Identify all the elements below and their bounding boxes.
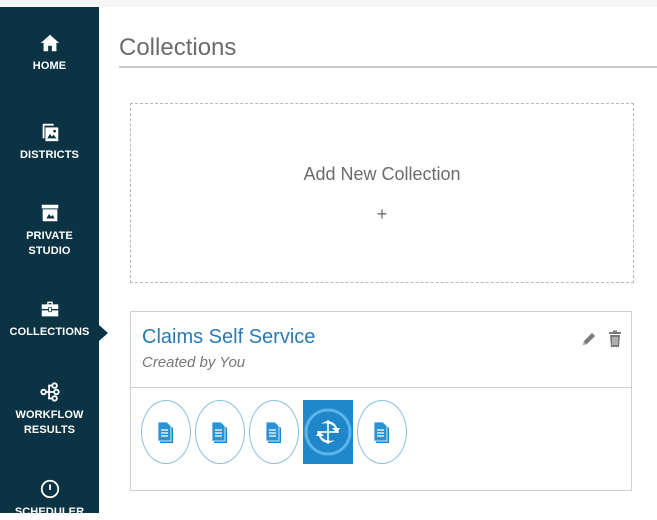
home-icon bbox=[38, 31, 62, 55]
sidebar-item-label: COLLECTIONS bbox=[9, 326, 90, 338]
sidebar-item-label: PRIVATE STUDIO bbox=[26, 230, 73, 257]
sidebar-item-districts[interactable]: DISTRICTS bbox=[0, 120, 99, 163]
page-title: Collections bbox=[119, 34, 237, 61]
sidebar-item-collections[interactable]: COLLECTIONS bbox=[0, 297, 99, 340]
document-icon bbox=[157, 421, 173, 443]
document-icon bbox=[373, 421, 389, 443]
sidebar-item-label: DISTRICTS bbox=[20, 149, 79, 161]
private-studio-icon bbox=[38, 201, 62, 225]
collection-name-link[interactable]: Claims Self Service bbox=[142, 326, 315, 349]
collection-card: Claims Self Service Created by You bbox=[130, 311, 632, 491]
document-thumbnail[interactable] bbox=[249, 400, 299, 464]
sidebar-item-private-studio[interactable]: PRIVATE STUDIO bbox=[0, 201, 99, 259]
document-thumbnail[interactable] bbox=[195, 400, 245, 464]
delete-trash-icon[interactable] bbox=[607, 330, 623, 348]
clock-icon bbox=[38, 477, 62, 501]
sidebar-item-workflow-results[interactable]: WORKFLOW RESULTS bbox=[0, 380, 99, 438]
document-thumbnail[interactable] bbox=[141, 400, 191, 464]
workflow-thumbnail[interactable] bbox=[303, 400, 353, 464]
collection-actions bbox=[581, 330, 623, 348]
districts-icon bbox=[38, 120, 62, 144]
sidebar-item-label: WORKFLOW RESULTS bbox=[15, 409, 84, 436]
edit-pencil-icon[interactable] bbox=[581, 330, 597, 348]
sidebar-item-label: HOME bbox=[32, 60, 67, 72]
workflow-diagram-icon bbox=[304, 408, 352, 456]
add-new-collection-button[interactable]: Add New Collection + bbox=[130, 103, 634, 283]
document-icon bbox=[211, 421, 227, 443]
plus-icon: + bbox=[376, 204, 388, 224]
briefcase-icon bbox=[38, 297, 62, 321]
workflow-icon bbox=[38, 380, 62, 404]
active-nav-indicator bbox=[99, 325, 108, 341]
add-new-collection-label: Add New Collection bbox=[303, 164, 461, 184]
document-thumbnail[interactable] bbox=[357, 400, 407, 464]
collection-thumbnails bbox=[141, 400, 407, 464]
sidebar: HOME DISTRICTS PRIVATE STUDIO COLLECTION… bbox=[0, 7, 99, 518]
sidebar-item-scheduler[interactable]: SCHEDULER bbox=[0, 477, 99, 520]
sidebar-item-home[interactable]: HOME bbox=[0, 31, 99, 74]
collection-card-header: Claims Self Service Created by You bbox=[131, 312, 631, 388]
document-icon bbox=[265, 421, 281, 443]
title-divider bbox=[119, 66, 657, 68]
collection-created-by: Created by You bbox=[142, 354, 246, 371]
top-strip bbox=[0, 0, 657, 7]
